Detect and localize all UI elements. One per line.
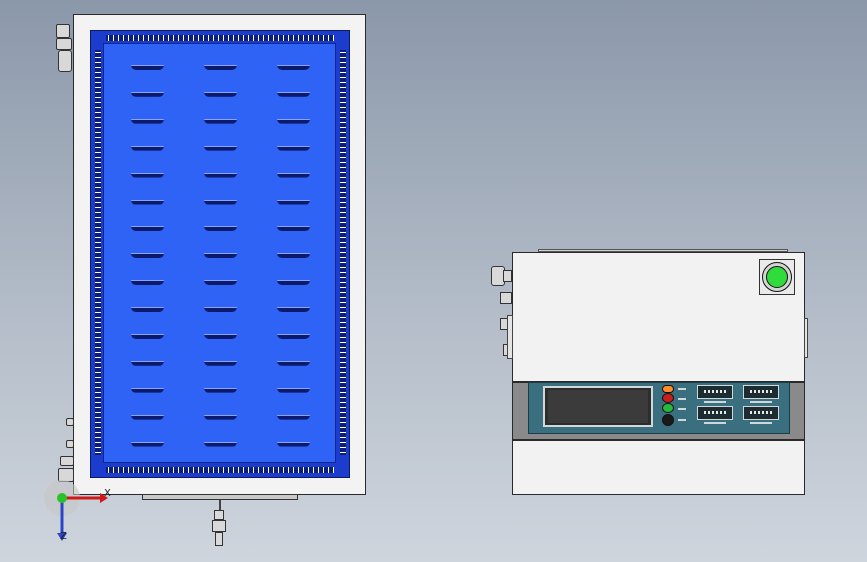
connector-label bbox=[704, 422, 726, 424]
hinge-icon bbox=[56, 38, 72, 50]
cable-plug-icon bbox=[215, 532, 223, 546]
cable-gland-icon bbox=[503, 270, 512, 282]
axis-triad-icon bbox=[40, 478, 110, 548]
vent-strip-right bbox=[340, 50, 346, 455]
start-push-button[interactable] bbox=[766, 266, 788, 288]
cable-gland-icon bbox=[58, 50, 72, 72]
connector-icon[interactable] bbox=[697, 406, 733, 420]
connector-icon[interactable] bbox=[697, 385, 733, 399]
hinge-icon bbox=[66, 418, 74, 426]
cable-gland-icon bbox=[500, 292, 512, 304]
stop-push-button[interactable] bbox=[662, 393, 674, 403]
vent-strip-bottom bbox=[106, 467, 334, 473]
hmi-screen-glass bbox=[548, 390, 648, 423]
button-label-plate bbox=[678, 419, 686, 421]
hinge-icon bbox=[60, 456, 74, 466]
run-push-button[interactable] bbox=[662, 403, 674, 413]
side-bracket bbox=[507, 315, 513, 359]
vent-strip-top bbox=[106, 35, 334, 41]
vent-strip-left bbox=[95, 50, 101, 455]
cable-line bbox=[219, 500, 221, 510]
button-label-plate bbox=[678, 388, 686, 390]
connector-label bbox=[704, 401, 726, 403]
hinge-icon bbox=[66, 440, 74, 448]
hinge-icon bbox=[56, 24, 70, 38]
side-bracket bbox=[804, 318, 808, 358]
indicator-light bbox=[662, 385, 674, 393]
x-axis-label: X bbox=[104, 488, 111, 499]
cable-gland-icon bbox=[212, 520, 226, 532]
connector-label bbox=[750, 401, 772, 403]
cable-gland-icon bbox=[214, 510, 224, 520]
connector-icon[interactable] bbox=[743, 406, 779, 420]
button-label-plate bbox=[678, 398, 686, 400]
selector-switch[interactable] bbox=[662, 414, 674, 426]
z-axis-label: Z bbox=[60, 531, 67, 542]
enclosure-lower-body[interactable] bbox=[512, 440, 805, 495]
blue-inner-panel bbox=[103, 43, 336, 463]
connector-label bbox=[750, 422, 772, 424]
button-label-plate bbox=[678, 408, 686, 410]
connector-icon[interactable] bbox=[743, 385, 779, 399]
